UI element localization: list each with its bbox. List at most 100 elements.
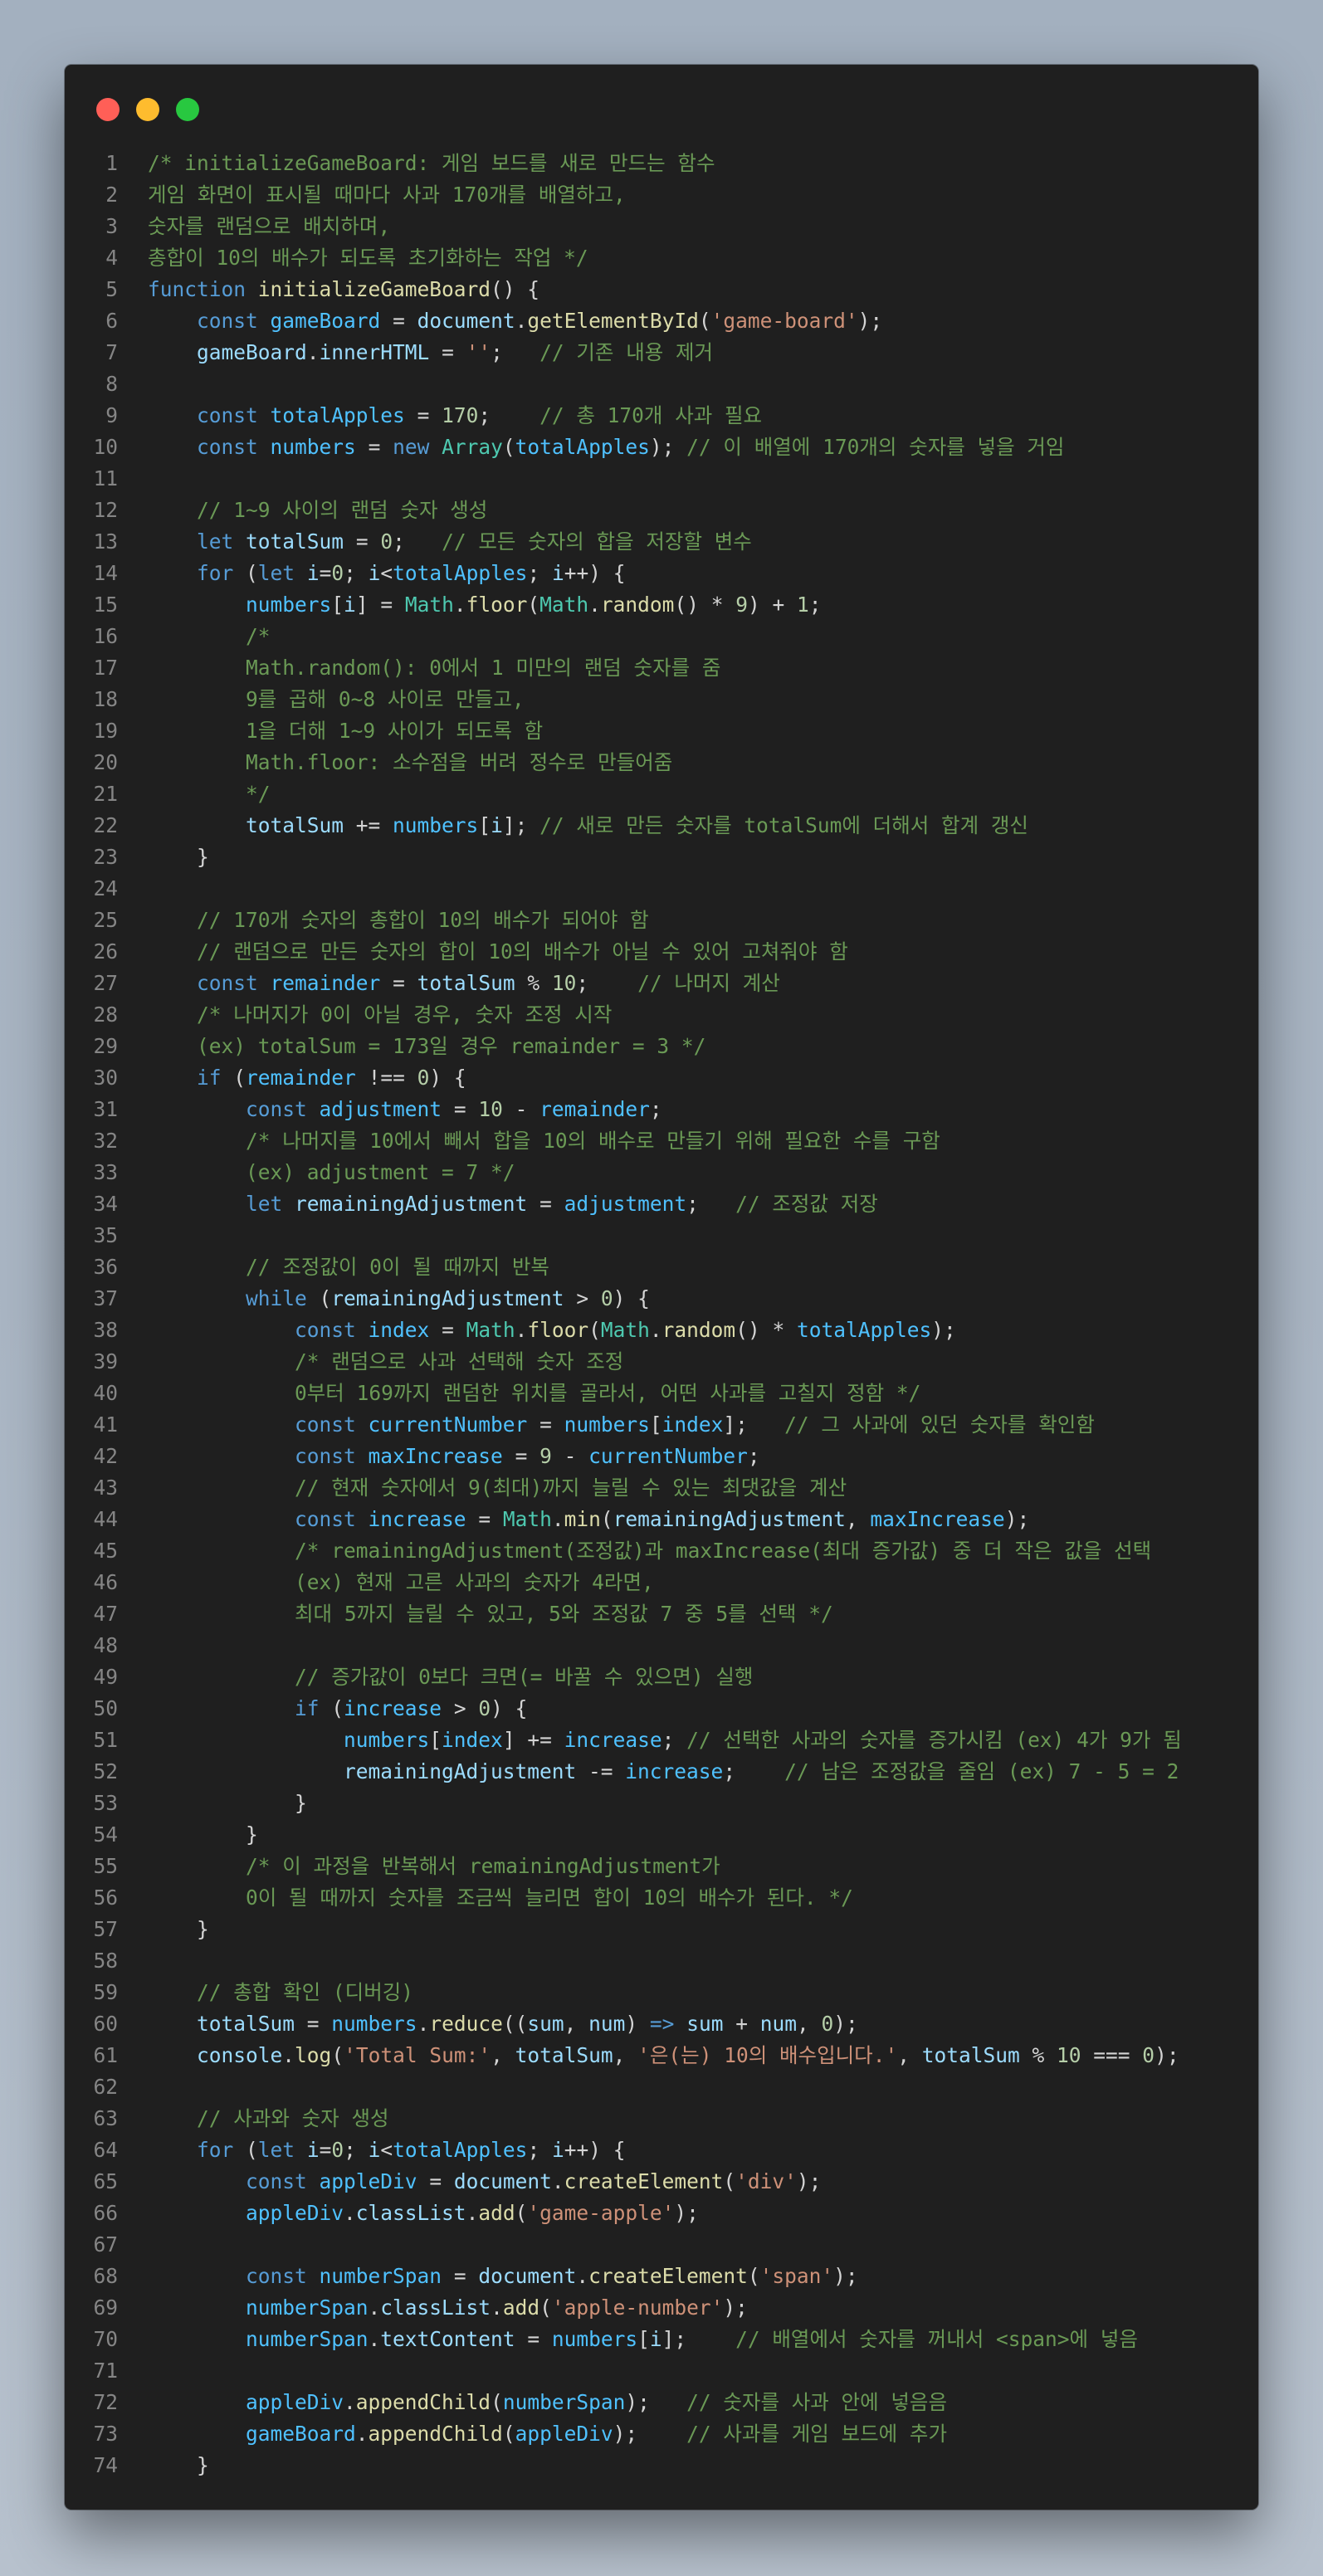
code-line: 7 gameBoard.innerHTML = ''; // 기존 내용 제거 [65,337,1258,368]
code-token: // 조정값 저장 [735,1192,878,1216]
code-token: remainder [246,1066,356,1090]
code-token: = [380,971,417,995]
line-number: 44 [93,1507,118,1531]
code-token: i [649,2327,662,2351]
code-text: // 1~9 사이의 랜덤 숫자 생성 [148,495,487,526]
line-number: 71 [93,2359,118,2383]
code-token: ); [833,2012,858,2036]
code-token: totalSum [246,529,344,554]
code-line: 20 Math.floor: 소수점을 버려 정수로 만들어줌 [65,747,1258,778]
code-token: log [295,2043,332,2067]
code-line: 35 [65,1220,1258,1251]
code-token: . [515,309,528,333]
code-token: // 총합 확인 (디버깅) [197,1980,414,2004]
code-text: 게임 화면이 표시될 때마다 사과 170개를 배열하고, [148,179,626,211]
code-token: ]; [723,1412,785,1437]
code-token: const [246,2264,307,2288]
maximize-icon[interactable] [176,98,199,121]
code-token: ( [502,435,515,459]
code-token: ) + [747,593,797,617]
code-line: 61 console.log('Total Sum:', totalSum, '… [65,2040,1258,2071]
code-token: add [502,2295,540,2320]
code-token: ( [221,1066,247,1090]
code-token: totalSum [246,813,344,837]
code-text: (ex) adjustment = 7 */ [148,1157,515,1188]
code-token: < [380,561,393,585]
code-token: ( [527,593,540,617]
code-token: ; [344,561,369,585]
code-token: 10 [551,971,577,995]
code-line: 18 9를 곱해 0~8 사이로 만들고, [65,684,1258,715]
code-token: } [148,845,209,869]
code-token: // 숫자를 사과 안에 넣음음 [686,2390,948,2414]
code-line: 54 } [65,1819,1258,1851]
line-number: 12 [93,498,118,522]
code-token: ); [613,2422,687,2446]
code-token: floor [527,1318,589,1342]
code-line: 51 numbers[index] += increase; // 선택한 사과… [65,1725,1258,1756]
code-line: 17 Math.random(): 0에서 1 미만의 랜덤 숫자를 줌 [65,652,1258,684]
code-token: ( [723,2169,736,2193]
code-token: = [344,529,381,554]
code-text: (ex) totalSum = 173일 경우 remainder = 3 */ [148,1031,705,1062]
code-token: // 나머지 계산 [637,971,780,995]
code-token: sum [527,2012,564,2036]
code-token: 'div' [735,2169,797,2193]
close-icon[interactable] [96,98,120,121]
code-token: remainingAdjustment [613,1507,846,1531]
code-token: maxIncrease [368,1444,503,1468]
code-token: ; [344,2138,369,2162]
code-token: totalSum [417,971,515,995]
code-text: numbers[i] = Math.floor(Math.random() * … [148,589,822,621]
code-token: 'Total Sum:' [344,2043,491,2067]
line-number: 50 [93,1696,118,1720]
code-token: random [662,1318,736,1342]
line-number: 18 [93,687,118,711]
code-token: -= [576,1759,626,1783]
code-token: ) { [429,1066,466,1090]
code-token: i [551,2138,564,2162]
code-text: } [148,1788,307,1819]
code-token: = [442,2264,479,2288]
code-token: // 기존 내용 제거 [539,340,714,364]
code-token: 최대 5까지 늘릴 수 있고, 5와 조정값 7 중 5를 선택 */ [295,1602,833,1626]
code-line: 1 /* initializeGameBoard: 게임 보드를 새로 만드는 함… [65,148,1258,179]
line-number: 42 [93,1444,118,1468]
minimize-icon[interactable] [136,98,159,121]
code-line: 12 // 1~9 사이의 랜덤 숫자 생성 [65,495,1258,526]
code-token: i [368,561,381,585]
code-token: const [197,403,258,427]
code-token: ); [1004,1507,1030,1531]
code-token: ( [515,2201,528,2225]
code-token: totalSum [197,2012,295,2036]
code-token: . [417,2012,430,2036]
code-token: 1 [796,593,809,617]
code-line: 55 /* 이 과정을 반복해서 remainingAdjustment가 [65,1851,1258,1882]
code-token: i [368,2138,381,2162]
code-token: const [197,971,258,995]
code-text: /* 랜덤으로 사과 선택해 숫자 조정 [148,1346,623,1378]
code-token: appleDiv [246,2201,344,2225]
line-number: 15 [93,593,118,617]
code-text: 9를 곱해 0~8 사이로 만들고, [148,684,525,715]
code-token: '은(는) 10의 배수입니다.' [637,2043,898,2067]
code-text: // 증가값이 0보다 크면(= 바꿀 수 있으면) 실행 [148,1661,753,1693]
code-token: ] = [355,593,405,617]
code-token: 0 [478,1696,491,1720]
code-token: ; [662,1728,687,1752]
code-token: totalApples [796,1318,932,1342]
code-token: . [551,1507,564,1531]
code-token: numbers [551,2327,638,2351]
code-token: % [1019,2043,1057,2067]
code-token: = [429,340,466,364]
